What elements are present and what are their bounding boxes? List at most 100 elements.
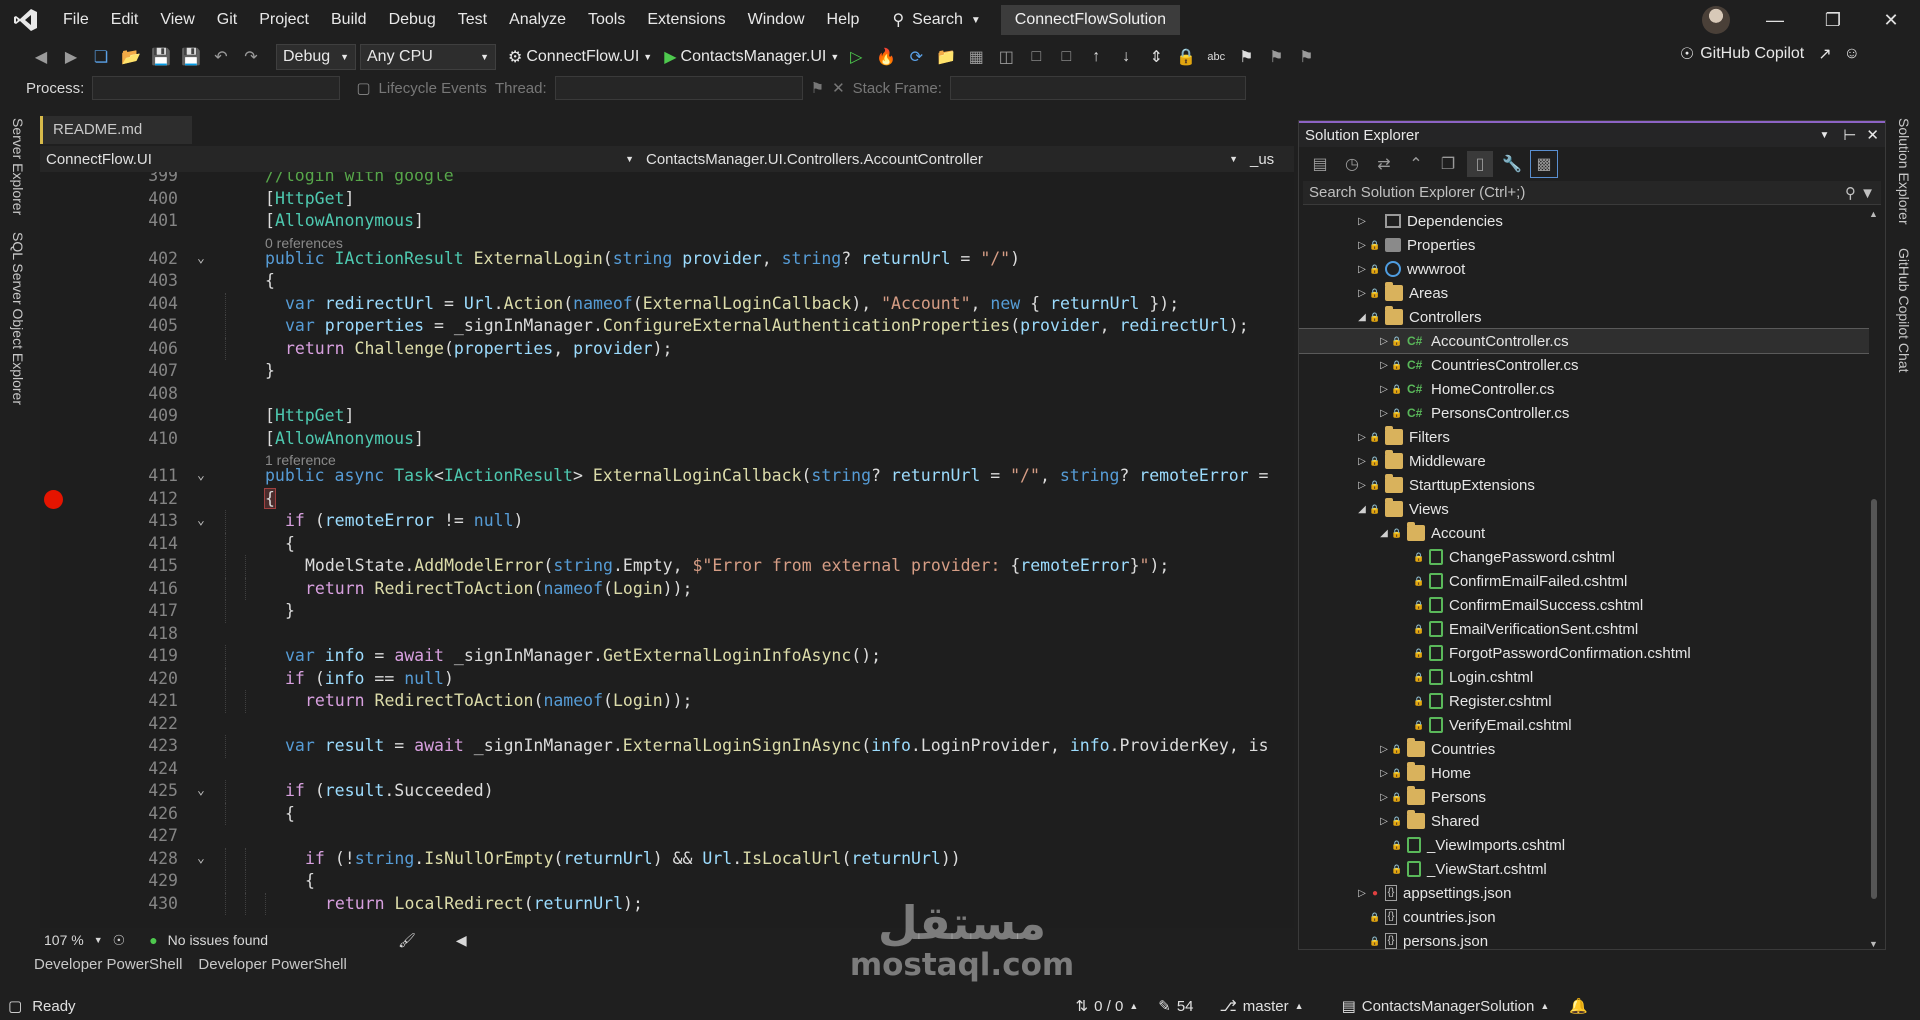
code-line[interactable]: 428 ⌄ if (!string.IsNullOrEmpty(returnUrl)… [40,847,1294,871]
sql-server-object-explorer-tab[interactable]: SQL Server Object Explorer [10,232,26,405]
configuration-select[interactable]: Debug ▼ [276,44,356,70]
collapsed-arrow-icon[interactable]: ▷ [1355,216,1369,227]
github-copilot-button[interactable]: ☉ GitHub Copilot ↗ ☺ [1680,44,1860,64]
tab-readme[interactable]: README.md [40,116,192,144]
tree-item[interactable]: 🔒 VerifyEmail.cshtml [1299,713,1869,737]
solution-explorer-tab[interactable]: Solution Explorer [1896,118,1912,225]
code-line[interactable]: 405 var properties = _signInManager.Confi… [40,315,1294,338]
tree-item[interactable]: ▷ 🔒 Persons [1299,785,1869,809]
tree-item[interactable]: 🔒 ForgotPasswordConfirmation.cshtml [1299,641,1869,665]
code-line[interactable]: 399 //login with google [40,172,1294,188]
preview-icon[interactable]: ▩ [1530,150,1558,178]
tree-item[interactable]: ▷ 🔒 C# HomeController.cs [1299,377,1869,401]
collapsed-arrow-icon[interactable]: ▷ [1355,240,1369,251]
collapsed-arrow-icon[interactable]: ▷ [1355,456,1369,467]
tree-item[interactable]: ▷ Dependencies [1299,209,1869,233]
layout-icon[interactable]: ▦ [963,44,989,70]
notifications-icon[interactable]: 🔔 [1569,997,1588,1015]
code-line[interactable]: 410 [AllowAnonymous] [40,428,1294,451]
tree-item[interactable]: 🔒 {} persons.json [1299,929,1869,949]
fold-toggle-icon[interactable]: ⌄ [197,848,205,871]
columns-icon[interactable]: ◫ [993,44,1019,70]
menu-item-extensions[interactable]: Extensions [636,0,736,40]
tree-item[interactable]: ▷ 🔒 Properties [1299,233,1869,257]
code-line[interactable]: 422 [40,713,1294,736]
code-line[interactable]: 412 { [40,487,1294,511]
comment-icon[interactable]: □ [1023,44,1049,70]
platform-select[interactable]: Any CPU ▼ [360,44,496,70]
pencil-icon[interactable]: ✎ [1158,997,1171,1015]
code-line[interactable]: 401 [AllowAnonymous] [40,210,1294,233]
pin-icon[interactable]: ⊢ [1843,126,1856,144]
tree-item[interactable]: ▷ 🔒 Middleware [1299,449,1869,473]
filter-icon[interactable]: ✕ [832,79,845,97]
menu-item-edit[interactable]: Edit [100,0,150,40]
menu-item-project[interactable]: Project [248,0,320,40]
fold-toggle-icon[interactable]: ⌄ [197,465,205,488]
collapsed-arrow-icon[interactable]: ▷ [1377,744,1391,755]
code-line[interactable]: 400 [HttpGet] [40,188,1294,211]
menu-item-analyze[interactable]: Analyze [498,0,577,40]
tree-item[interactable]: ▷ 🔒 C# PersonsController.cs [1299,401,1869,425]
scroll-down-icon[interactable]: ▼ [1869,939,1878,949]
panel-menu-icon[interactable]: ▼ [1819,130,1829,141]
scroll-up-icon[interactable]: ▲ [1869,209,1878,219]
menu-item-view[interactable]: View [149,0,205,40]
collapsed-arrow-icon[interactable]: ▷ [1355,888,1369,899]
search-button[interactable]: ⚲ Search ▼ [882,5,990,35]
tree-item[interactable]: ◢ 🔒 Controllers [1299,305,1869,329]
start-debugging-button[interactable]: ▶ ContactsManager.UI ▼ [664,47,839,67]
code-line[interactable]: 411 ⌄ public async Task<IActionResult> Ext… [40,465,1294,488]
properties-icon[interactable]: 🔧 [1499,151,1525,177]
code-editor[interactable]: 399//login with google 400 [HttpGet] 401 [Al… [40,172,1294,928]
code-line[interactable]: 404 var redirectUrl = Url.Action(nameof(E… [40,292,1294,315]
menu-item-test[interactable]: Test [447,0,498,40]
tree-item[interactable]: 🔒 EmailVerificationSent.cshtml [1299,617,1869,641]
collapsed-arrow-icon[interactable]: ▷ [1377,408,1391,419]
navigate-back-icon[interactable]: ◀ [28,44,54,70]
undo-icon[interactable]: ↶ [208,44,234,70]
member-navigation-select[interactable]: _us [1244,146,1294,172]
visual-studio-logo-icon[interactable] [0,0,52,40]
class-navigation-select[interactable]: ContactsManager.UI.Controllers.AccountCo… [640,146,1244,172]
code-line[interactable]: 416 return RedirectToAction(nameof(Login)… [40,577,1294,600]
collapsed-arrow-icon[interactable]: ▷ [1377,816,1391,827]
menu-item-debug[interactable]: Debug [378,0,447,40]
tree-item[interactable]: 🔒 ConfirmEmailSuccess.cshtml [1299,593,1869,617]
collapse-all-icon[interactable]: ⌃ [1403,151,1429,177]
edits-count[interactable]: 54 [1177,998,1194,1015]
sync-icon[interactable]: ⇄ [1371,151,1397,177]
tree-item[interactable]: 🔒 ChangePassword.cshtml [1299,545,1869,569]
navigate-forward-icon[interactable]: ▶ [58,44,84,70]
new-project-icon[interactable]: ❏ [88,44,114,70]
fold-toggle-icon[interactable]: ⌄ [197,248,205,271]
startup-project-select[interactable]: ⚙ ConnectFlow.UI ▼ [508,47,652,67]
arrow-up-icon[interactable]: ↑ [1083,44,1109,70]
bookmark-prev-icon[interactable]: ⚑ [1263,44,1289,70]
collapsed-arrow-icon[interactable]: ▷ [1355,432,1369,443]
open-file-icon[interactable]: 📂 [118,44,144,70]
code-line[interactable]: 425 ⌄ if (result.Succeeded) [40,780,1294,803]
tree-item[interactable]: ▷ 🔒 C# AccountController.cs [1299,328,1869,354]
restore-button[interactable]: ❐ [1804,0,1862,40]
flag-icon[interactable]: ⚑ [811,79,824,97]
tree-item[interactable]: ▷ 🔒 Countries [1299,737,1869,761]
lifecycle-events-button[interactable]: Lifecycle Events [379,80,487,97]
menu-item-git[interactable]: Git [206,0,248,40]
expanded-arrow-icon[interactable]: ◢ [1377,528,1391,539]
hot-reload-icon[interactable]: 🔥 [873,44,899,70]
menu-item-tools[interactable]: Tools [577,0,636,40]
code-line[interactable]: 429 { [40,870,1294,893]
solution-tree-scrollbar[interactable]: ▲ ▼ [1869,209,1879,949]
start-without-debugging-icon[interactable]: ▷ [843,44,869,70]
tree-item[interactable]: 🔒 {} countries.json [1299,905,1869,929]
code-line[interactable]: 418 [40,623,1294,646]
branch-name[interactable]: master [1243,998,1289,1015]
tree-item[interactable]: 🔒 _ViewStart.cshtml [1299,857,1869,881]
branch-icon[interactable]: ⎇ [1220,997,1237,1015]
expanded-arrow-icon[interactable]: ◢ [1355,312,1369,323]
project-navigation-select[interactable]: ConnectFlow.UI ▼ [40,146,640,172]
thread-select[interactable] [554,76,803,100]
uncomment-icon[interactable]: □ [1053,44,1079,70]
code-line[interactable]: 414 { [40,532,1294,555]
